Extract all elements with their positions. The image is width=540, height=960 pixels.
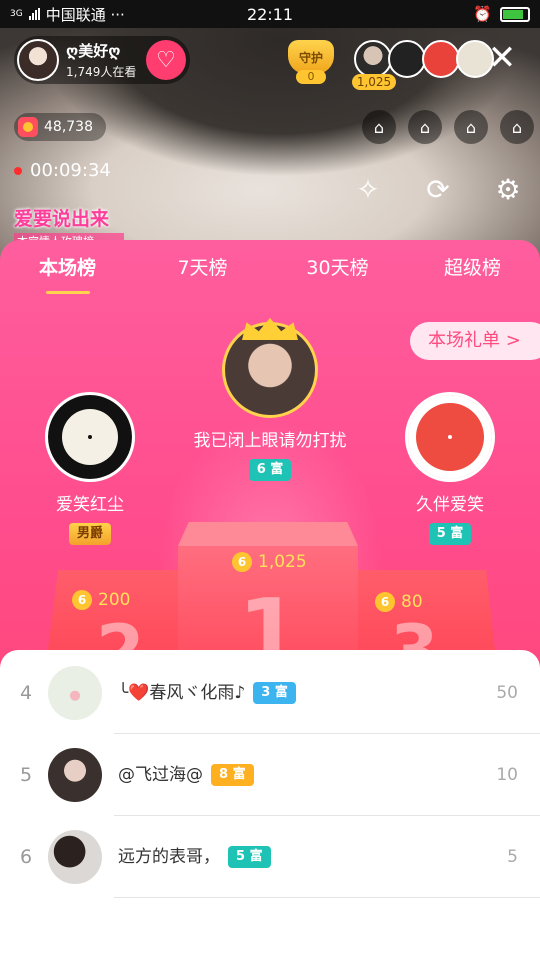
wealth-badge: 5 富 — [428, 523, 472, 545]
score-value: 80 — [401, 592, 423, 612]
guard-count: 0 — [296, 70, 326, 84]
wealth-badge: 3 富 — [253, 682, 296, 704]
guard-shield-icon: 守护 — [288, 40, 334, 74]
tab-super[interactable]: 超级榜 — [405, 240, 540, 296]
guard-badge[interactable]: 守护 0 — [288, 40, 334, 84]
list-item[interactable]: 6 远方的表哥， 5 富 5 — [0, 816, 540, 898]
user-name-cell: 远方的表哥， 5 富 — [118, 816, 271, 898]
wealth-badge: 5 富 — [228, 846, 271, 868]
seat-icon[interactable]: ⌂ — [408, 110, 442, 144]
viewer-avatar[interactable] — [354, 40, 392, 78]
first-score: 6 1,025 — [232, 552, 307, 572]
tab-7-days[interactable]: 7天榜 — [135, 240, 270, 296]
contribution-value: 10 — [496, 765, 518, 785]
noble-badge: 男爵 — [68, 523, 111, 545]
third-score: 6 80 — [375, 592, 423, 612]
rank-number: 4 — [20, 682, 33, 704]
user-name: 爱笑红尘 — [56, 495, 124, 515]
video-content — [40, 0, 520, 200]
live-timer: 00:09:34 — [14, 160, 111, 181]
seat-icon[interactable]: ⌂ — [362, 110, 396, 144]
viewer-avatars[interactable] — [354, 40, 494, 78]
user-name-cell: ╰❤️春风ヾ化雨♪ 3 富 — [118, 652, 296, 734]
coin-value: 48,738 — [44, 119, 93, 135]
user-name: ╰❤️春风ヾ化雨♪ — [118, 683, 246, 703]
ranking-list: 4 ╰❤️春风ヾ化雨♪ 3 富 50 5 @飞过海@ 8 富 10 6 远方的表… — [0, 650, 540, 960]
host-avatar[interactable] — [17, 39, 59, 81]
coin-icon — [18, 117, 38, 137]
avatar[interactable] — [48, 830, 102, 884]
tool-buttons: ✧ ⟳ ⚙ — [350, 172, 526, 208]
host-card[interactable]: ღ美好ღ 1,749人在看 ♡ — [14, 36, 190, 84]
avatar[interactable] — [45, 392, 135, 482]
tab-this-session[interactable]: 本场榜 — [0, 240, 135, 296]
seat-row: ⌂ ⌂ ⌂ ⌂ — [362, 110, 534, 144]
avatar[interactable] — [48, 666, 102, 720]
score-value: 200 — [98, 590, 131, 610]
rank-first-user[interactable]: 我已闭上眼请勿打扰 6 富 — [185, 318, 355, 481]
contribution-value: 50 — [496, 683, 518, 703]
user-name: 久伴爱笑 — [416, 495, 484, 515]
host-name: ღ美好ღ — [66, 42, 121, 60]
second-score: 6 200 — [72, 590, 130, 610]
rank-second-user[interactable]: 爱笑红尘 男爵 — [20, 392, 160, 545]
host-viewer-count: 1,749人在看 — [66, 65, 137, 79]
avatar[interactable] — [48, 748, 102, 802]
coin-counter[interactable]: 48,738 — [14, 113, 106, 141]
score-value: 1,025 — [258, 552, 307, 572]
activity-banner[interactable]: 爱要说出来 本宫情人玫瑰榜 — [14, 204, 124, 249]
tab-30-days[interactable]: 30天榜 — [270, 240, 405, 296]
user-name: @飞过海@ — [118, 765, 203, 785]
banner-title: 爱要说出来 — [14, 208, 110, 230]
seat-icon[interactable]: ⌂ — [500, 110, 534, 144]
rank-third-user[interactable]: 久伴爱笑 5 富 — [380, 392, 520, 545]
status-time: 22:11 — [246, 4, 294, 24]
coin-icon: 6 — [72, 590, 92, 610]
ranking-tabs: 本场榜 7天榜 30天榜 超级榜 — [0, 240, 540, 296]
viewer-avatar[interactable] — [422, 40, 460, 78]
recording-dot — [14, 166, 22, 175]
status-bar: 3G 中国联通 ··· 22:11 ⏰ — [0, 0, 540, 28]
timer-value: 00:09:34 — [30, 160, 111, 181]
podium-block-first-top — [178, 522, 358, 546]
divider — [114, 897, 540, 898]
camera-switch-icon[interactable]: ⟳ — [420, 172, 456, 208]
coin-icon: 6 — [232, 552, 252, 572]
avatar[interactable] — [405, 392, 495, 482]
user-name: 远方的表哥， — [118, 847, 220, 867]
follow-button[interactable]: ♡ — [146, 40, 186, 80]
crown-icon — [242, 318, 298, 340]
gear-icon[interactable]: ⚙ — [490, 172, 526, 208]
battery-icon — [500, 6, 530, 22]
user-name: 我已闭上眼请勿打扰 — [193, 431, 347, 451]
heart-plus-icon: ♡ — [156, 47, 176, 73]
magic-wand-icon[interactable]: ✧ — [350, 172, 386, 208]
close-icon: ✕ — [487, 38, 517, 78]
list-item[interactable]: 5 @飞过海@ 8 富 10 — [0, 734, 540, 816]
list-item[interactable]: 4 ╰❤️春风ヾ化雨♪ 3 富 50 — [0, 652, 540, 734]
top-viewer-score: 1,025 — [352, 74, 396, 90]
wealth-badge: 8 富 — [211, 764, 254, 786]
rank-number: 5 — [20, 764, 33, 786]
host-info: ღ美好ღ 1,749人在看 — [66, 40, 136, 80]
wealth-badge: 6 富 — [248, 459, 292, 481]
close-button[interactable]: ✕ — [486, 41, 518, 75]
rank-number: 6 — [20, 846, 33, 868]
viewer-avatar[interactable] — [388, 40, 426, 78]
seat-icon[interactable]: ⌂ — [454, 110, 488, 144]
gift-list-button[interactable]: 本场礼单 > — [410, 322, 540, 360]
user-name-cell: @飞过海@ 8 富 — [118, 734, 254, 816]
contribution-value: 5 — [507, 847, 518, 867]
coin-icon: 6 — [375, 592, 395, 612]
